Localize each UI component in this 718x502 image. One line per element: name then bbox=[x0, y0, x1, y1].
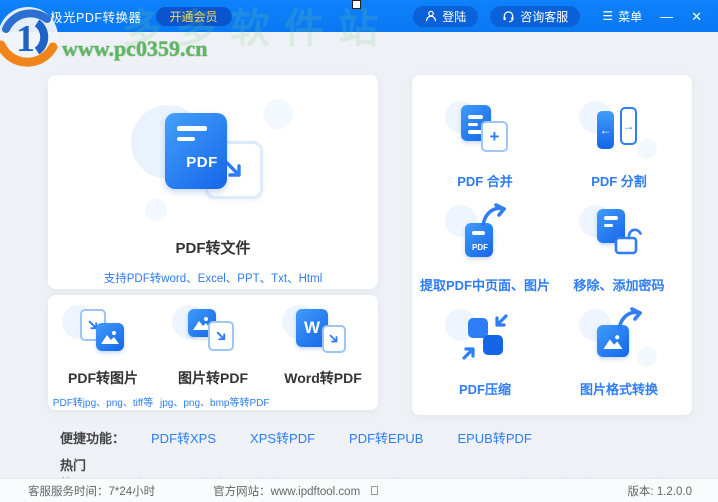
pdf-converter-window: ★ 极光PDF转换器 开通会员 登陆 咨询客服 ☰ 菜单 — ✕ 多 bbox=[0, 0, 718, 502]
plus-icon: + bbox=[489, 127, 500, 146]
open-vip-button[interactable]: 开通会员 bbox=[155, 6, 232, 26]
star-icon: ★ bbox=[31, 10, 40, 21]
service-time-text: 客服服务时间：7*24小时 bbox=[28, 485, 156, 498]
link-pdf-to-epub[interactable]: PDF转EPUB bbox=[349, 428, 423, 447]
split-left-icon: ← bbox=[597, 111, 614, 149]
pdf-to-image-label: PDF转图片 bbox=[68, 370, 138, 386]
quick-convert-card: PDF转图片 PDF转jpg、png、tiff等 图片转PDF jpg、png、… bbox=[48, 295, 378, 410]
status-bar: 客服服务时间：7*24小时 官方网站：www.ipdftool.com 版本: … bbox=[0, 478, 718, 502]
image-format-icon bbox=[579, 307, 657, 367]
pdf-split-item[interactable]: ← → PDF 分割 bbox=[552, 89, 686, 193]
pdf-compress-icon bbox=[445, 309, 517, 367]
open-vip-label: 开通会员 bbox=[169, 9, 218, 24]
pdf-split-label: PDF 分割 bbox=[591, 174, 647, 189]
link-epub-to-pdf[interactable]: EPUB转PDF bbox=[457, 428, 531, 447]
close-button[interactable]: ✕ bbox=[691, 10, 702, 23]
customer-service-label: 咨询客服 bbox=[520, 9, 569, 24]
image-icon bbox=[101, 331, 119, 344]
pdf-to-image-icon bbox=[62, 305, 132, 359]
pdf-compress-item[interactable]: PDF压缩 bbox=[418, 297, 552, 401]
image-format-label: 图片格式转换 bbox=[579, 382, 658, 397]
word-to-pdf-icon: W bbox=[282, 305, 352, 359]
word-to-pdf-item[interactable]: W Word转PDF bbox=[270, 305, 376, 394]
arrow-down-right-icon bbox=[329, 334, 338, 343]
quick-links-row: 便捷功能： PDF转XPS XPS转PDF PDF转EPUB EPUB转PDF bbox=[60, 428, 566, 447]
image-to-pdf-icon bbox=[172, 305, 242, 359]
tools-card: + PDF 合并 ← → PDF 分割 PDF 提取PDF中页面、图片 移除、添… bbox=[412, 75, 692, 415]
arrow-down-right-icon bbox=[216, 331, 225, 340]
image-to-pdf-label: 图片转PDF bbox=[178, 370, 248, 386]
pdf-split-icon: ← → bbox=[579, 101, 657, 159]
image-to-pdf-formats: jpg、png、bmp等转PDF bbox=[160, 398, 270, 409]
open-padlock-icon bbox=[614, 228, 642, 255]
menu-label: 菜单 bbox=[618, 9, 643, 24]
customer-service-button[interactable]: 咨询客服 bbox=[490, 5, 581, 27]
pdf-mini-label: PDF bbox=[472, 242, 488, 252]
app-logo-icon: ★ bbox=[28, 8, 43, 24]
split-right-icon: → bbox=[620, 107, 637, 145]
app-title: 极光PDF转换器 bbox=[50, 10, 142, 25]
pdf-to-file-card[interactable]: PDF PDF转文件 支持PDF转word、Excel、PPT、Txt、Html bbox=[48, 75, 378, 289]
pdf-extract-item[interactable]: PDF 提取PDF中页面、图片 bbox=[418, 193, 552, 297]
image-to-pdf-item[interactable]: 图片转PDF jpg、png、bmp等转PDF bbox=[160, 305, 270, 409]
pdf-to-image-item[interactable]: PDF转图片 PDF转jpg、png、tiff等 bbox=[50, 305, 156, 409]
pdf-password-icon bbox=[579, 205, 651, 263]
version-text: 版本: 1.2.0.0 bbox=[627, 485, 692, 498]
quick-links-label: 便捷功能： bbox=[60, 431, 126, 446]
pdf-to-file-title: PDF转文件 bbox=[175, 240, 251, 257]
compress-arrows-icon bbox=[462, 314, 508, 360]
pdf-password-item[interactable]: 移除、添加密码 bbox=[552, 193, 686, 297]
login-label: 登陆 bbox=[442, 9, 467, 24]
pdf-merge-label: PDF 合并 bbox=[457, 174, 513, 189]
image-format-item[interactable]: 图片格式转换 bbox=[552, 297, 686, 401]
pdf-merge-item[interactable]: + PDF 合并 bbox=[418, 89, 552, 193]
word-doc-label: W bbox=[303, 318, 321, 337]
curved-arrow-icon bbox=[481, 203, 506, 227]
pdf-to-image-formats: PDF转jpg、png、tiff等 bbox=[52, 398, 154, 409]
pdf-password-label: 移除、添加密码 bbox=[573, 278, 665, 293]
headset-icon bbox=[503, 10, 514, 22]
image-icon bbox=[603, 334, 623, 349]
pdf-compress-label: PDF压缩 bbox=[458, 382, 511, 397]
menu-button[interactable]: ☰ 菜单 bbox=[602, 8, 642, 25]
word-to-pdf-label: Word转PDF bbox=[284, 370, 362, 386]
hamburger-icon: ☰ bbox=[602, 9, 614, 23]
pdf-doc-label: PDF bbox=[186, 154, 218, 171]
pdf-to-file-subtitle: 支持PDF转word、Excel、PPT、Txt、Html bbox=[103, 273, 323, 285]
watermark-site-url: www.pc0359.cn bbox=[62, 36, 208, 61]
person-icon bbox=[426, 10, 437, 22]
pdf-extract-icon: PDF bbox=[445, 203, 517, 263]
watermark-artifact-square bbox=[352, 0, 361, 9]
link-xps-to-pdf[interactable]: XPS转PDF bbox=[250, 428, 315, 447]
link-pdf-to-xps[interactable]: PDF转XPS bbox=[151, 428, 216, 447]
curved-arrow-icon bbox=[617, 307, 642, 331]
minimize-button[interactable]: — bbox=[660, 10, 673, 23]
login-button[interactable]: 登陆 bbox=[413, 5, 479, 27]
pdf-doc-icon: PDF bbox=[165, 113, 227, 189]
pdf-extract-label: 提取PDF中页面、图片 bbox=[419, 278, 550, 293]
watermark-artifact-footer bbox=[371, 486, 378, 495]
official-site-text: 官方网站：www.ipdftool.com bbox=[213, 485, 361, 498]
pdf-merge-icon: + bbox=[445, 101, 517, 159]
pdf-to-file-icon: PDF bbox=[131, 99, 293, 221]
